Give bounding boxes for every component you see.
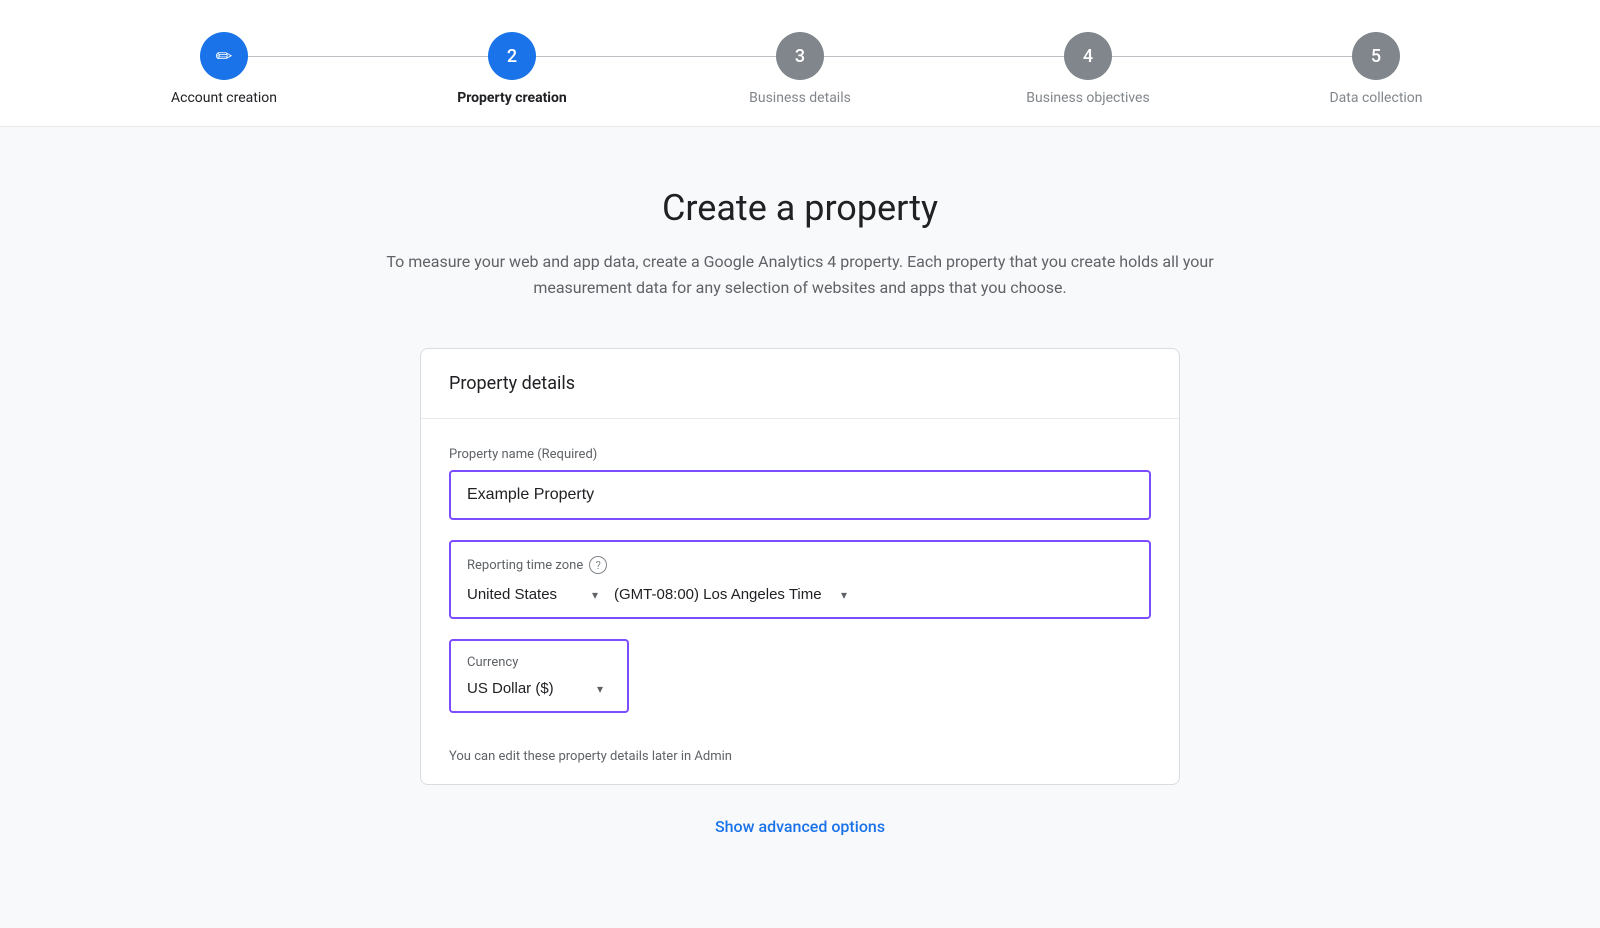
step-circle-4: 4 [1064,32,1112,80]
property-name-group: Property name (Required) [449,447,1151,520]
page-description: To measure your web and app data, create… [350,249,1250,300]
card-header: Property details [421,349,1179,419]
show-advanced-options-link[interactable]: Show advanced options [715,817,885,836]
currency-label: Currency [467,655,611,670]
country-select-wrapper: United States Canada United Kingdom ▾ [467,586,598,603]
step-label-data-collection: Data collection [1329,90,1422,106]
currency-select-wrapper: US Dollar ($) Euro (€) British Pound (£)… [467,680,603,697]
timezone-box: Reporting time zone ? United States Cana… [449,540,1151,619]
step-property-creation: 2 Property creation [368,32,656,106]
property-details-card: Property details Property name (Required… [420,348,1180,785]
step-label-business-objectives: Business objectives [1026,90,1149,106]
currency-group: Currency US Dollar ($) Euro (€) British … [449,639,1151,729]
step-circle-1: ✏ [200,32,248,80]
timezone-label: Reporting time zone ? [467,556,1133,574]
stepper: ✏ Account creation 2 Property creation 3… [0,0,1600,127]
currency-box: Currency US Dollar ($) Euro (€) British … [449,639,629,713]
step-business-details: 3 Business details [656,32,944,106]
step-circle-2: 2 [488,32,536,80]
card-header-title: Property details [449,373,575,394]
timezone-select-wrapper: (GMT-08:00) Los Angeles Time (GMT-05:00)… [614,586,847,603]
property-name-label: Property name (Required) [449,447,1151,462]
step-label-property-creation: Property creation [457,90,567,106]
edit-hint: You can edit these property details late… [449,749,1151,764]
pencil-icon: ✏ [216,44,233,68]
reporting-timezone-group: Reporting time zone ? United States Cana… [449,540,1151,619]
main-content: Create a property To measure your web an… [0,127,1600,876]
page-title: Create a property [662,187,938,229]
card-body: Property name (Required) Reporting time … [421,419,1179,784]
step-circle-5: 5 [1352,32,1400,80]
step-circle-3: 3 [776,32,824,80]
step-label-account-creation: Account creation [171,90,277,106]
step-data-collection: 5 Data collection [1232,32,1520,106]
timezone-select[interactable]: (GMT-08:00) Los Angeles Time (GMT-05:00)… [614,586,847,603]
country-select[interactable]: United States Canada United Kingdom [467,586,598,603]
timezone-help-icon[interactable]: ? [589,556,607,574]
step-business-objectives: 4 Business objectives [944,32,1232,106]
currency-select[interactable]: US Dollar ($) Euro (€) British Pound (£) [467,680,603,697]
selects-row: United States Canada United Kingdom ▾ (G… [467,586,1133,603]
step-account-creation: ✏ Account creation [80,32,368,106]
step-label-business-details: Business details [749,90,851,106]
property-name-input[interactable] [449,470,1151,520]
